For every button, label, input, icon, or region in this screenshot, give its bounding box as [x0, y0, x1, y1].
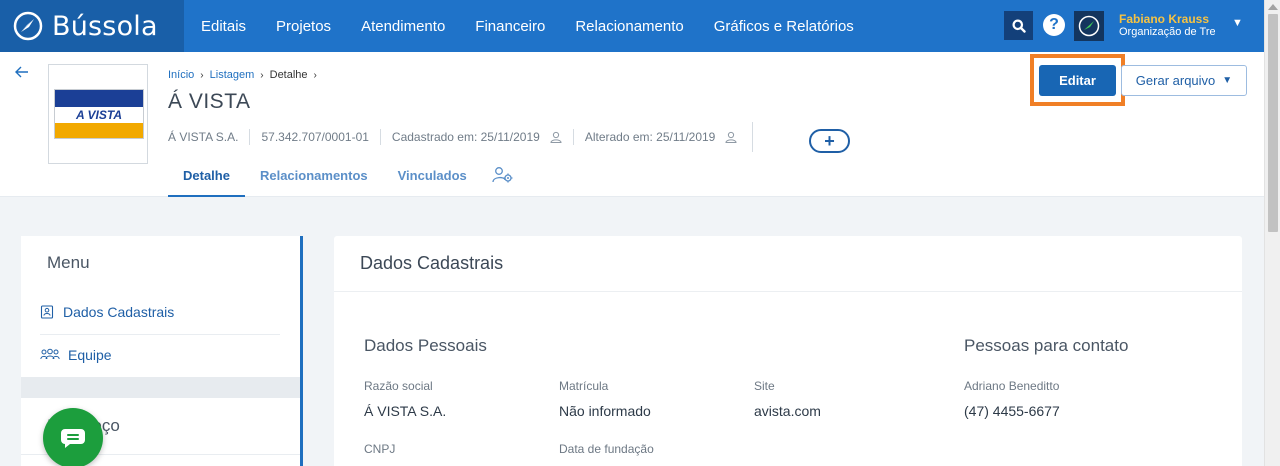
main-panel: Dados Cadastrais Dados Pessoais Pessoas … [334, 236, 1242, 466]
user-name[interactable]: Fabiano Krauss [1119, 12, 1209, 26]
tab-vinculados[interactable]: Vinculados [383, 158, 482, 197]
person-icon[interactable] [725, 131, 737, 143]
app-name: Bússola [52, 10, 158, 42]
divider [379, 129, 381, 145]
site-value: avista.com [754, 403, 821, 419]
generate-file-button[interactable]: Gerar arquivo ▼ [1121, 65, 1247, 96]
compass-logo-icon [13, 11, 43, 41]
main-nav: Editais Projetos Atendimento Financeiro … [201, 0, 884, 52]
divider [752, 122, 754, 152]
help-icon[interactable]: ? [1043, 14, 1065, 36]
scroll-thumb[interactable] [1268, 14, 1278, 232]
sidebar-item-label: Dados Cadastrais [63, 304, 175, 320]
brand[interactable]: Bússola [0, 0, 184, 52]
matricula-value: Não informado [559, 403, 651, 419]
team-settings-icon [492, 167, 513, 183]
add-button[interactable]: + [809, 129, 850, 153]
sidebar-menu: Menu Dados Cadastrais Equipe [21, 236, 303, 377]
entity-tabs: Detalhe Relacionamentos Vinculados [168, 158, 524, 197]
tab-detalhe[interactable]: Detalhe [168, 158, 245, 197]
main-title: Dados Cadastrais [360, 253, 504, 273]
team-icon [40, 348, 60, 360]
nav-editais[interactable]: Editais [201, 18, 246, 35]
entity-logo: A VISTA [48, 64, 148, 164]
nav-projetos[interactable]: Projetos [276, 18, 331, 35]
razao-social-value: Á VISTA S.A. [364, 403, 447, 419]
matricula-label: Matrícula [559, 379, 609, 393]
breadcrumb-current: Detalhe [269, 69, 308, 81]
tab-team-settings[interactable] [482, 158, 524, 197]
nav-atendimento[interactable]: Atendimento [361, 18, 445, 35]
top-navbar: Bússola Editais Projetos Atendimento Fin… [0, 0, 1264, 52]
generate-file-label: Gerar arquivo [1135, 73, 1216, 88]
entity-name: Á VISTA S.A. [168, 130, 239, 144]
chevron-down-icon[interactable]: ▼ [1232, 17, 1243, 29]
back-arrow-icon[interactable] [14, 64, 30, 80]
scroll-up-arrow-icon[interactable] [1268, 4, 1278, 10]
avatar[interactable] [1074, 11, 1104, 41]
sidebar-item-dados-cadastrais[interactable]: Dados Cadastrais [40, 304, 174, 320]
breadcrumb-list[interactable]: Listagem [210, 69, 255, 81]
divider [572, 129, 574, 145]
razao-social-label: Razão social [364, 379, 433, 393]
chat-icon [61, 429, 85, 448]
created-date: Cadastrado em: 25/11/2019 [391, 130, 540, 144]
tab-relacionamentos[interactable]: Relacionamentos [245, 158, 383, 197]
breadcrumb-separator: › [200, 69, 204, 81]
changed-date: Alterado em: 25/11/2019 [584, 130, 716, 144]
contact-name: Adriano Beneditto [964, 379, 1060, 393]
site-label: Site [754, 379, 775, 393]
edit-button[interactable]: Editar [1039, 65, 1116, 96]
id-card-icon [40, 305, 54, 319]
search-icon [1012, 19, 1026, 33]
breadcrumb-separator: › [260, 69, 264, 81]
page-scrollbar[interactable] [1264, 0, 1280, 466]
breadcrumb: Início › Listagem › Detalhe › [168, 69, 323, 81]
person-icon[interactable] [550, 131, 562, 143]
divider [249, 129, 251, 145]
sidebar-item-equipe[interactable]: Equipe [40, 347, 112, 363]
logo-text: A VISTA [55, 107, 143, 123]
nav-graficos-relatorios[interactable]: Gráficos e Relatórios [714, 18, 854, 35]
founding-date-label: Data de fundação [559, 442, 654, 456]
divider [40, 334, 280, 335]
contact-phone: (47) 4455-6677 [964, 403, 1060, 419]
compass-avatar-icon [1078, 15, 1100, 37]
nav-relacionamento[interactable]: Relacionamento [575, 18, 683, 35]
personal-data-title: Dados Pessoais [364, 336, 487, 355]
user-org[interactable]: Organização de Treinamento [1119, 26, 1215, 38]
entity-cnpj: 57.342.707/0001-01 [261, 130, 369, 144]
breadcrumb-home[interactable]: Início [168, 69, 194, 81]
breadcrumb-separator: › [313, 69, 317, 81]
contacts-title: Pessoas para contato [964, 336, 1129, 355]
sidebar-title: Menu [47, 253, 90, 272]
sidebar-gap [21, 377, 303, 398]
sidebar-item-label: Equipe [68, 347, 112, 363]
entity-meta: Á VISTA S.A. 57.342.707/0001-01 Cadastra… [168, 122, 767, 152]
page-title: Á VISTA [168, 90, 251, 113]
cnpj-label: CNPJ [364, 442, 396, 456]
chevron-down-icon: ▼ [1222, 75, 1233, 86]
nav-financeiro[interactable]: Financeiro [475, 18, 545, 35]
divider [334, 291, 1242, 292]
search-button[interactable] [1004, 11, 1033, 40]
chat-button[interactable] [43, 408, 103, 466]
avista-logo: A VISTA [54, 89, 144, 139]
